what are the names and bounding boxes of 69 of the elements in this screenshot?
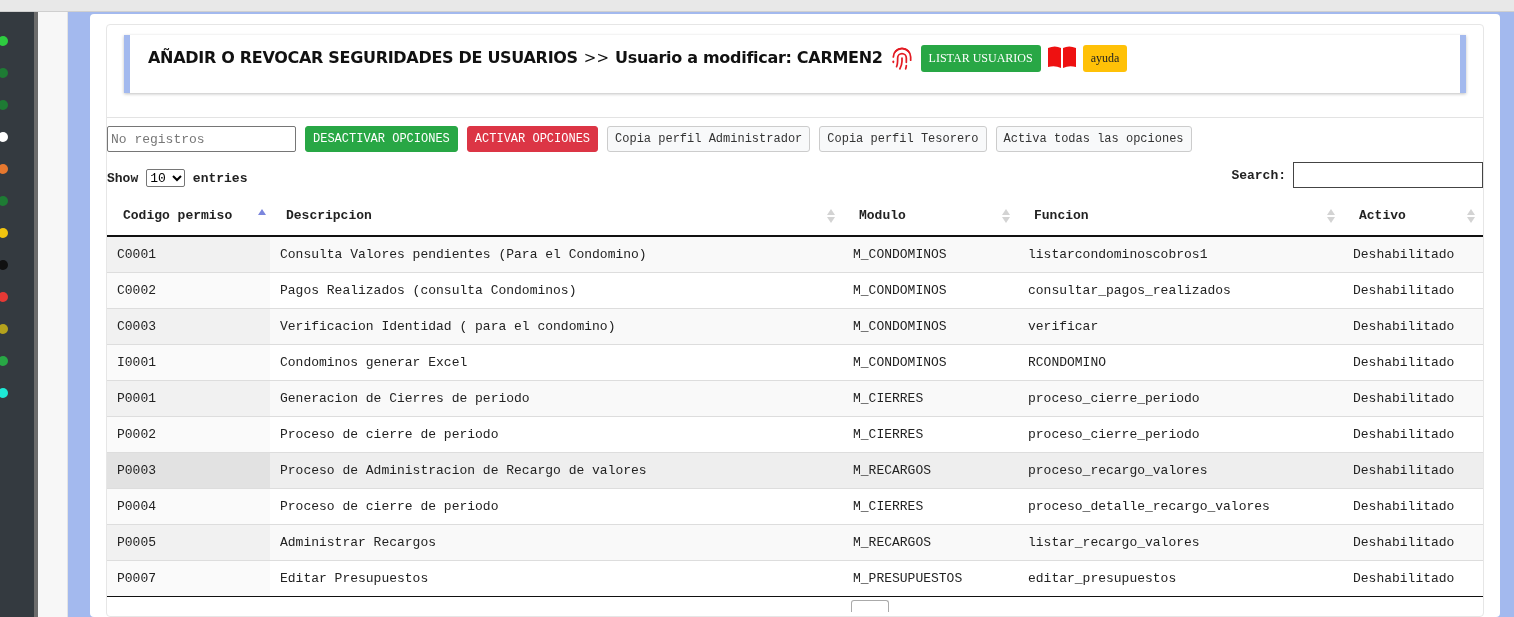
table-cell: proceso_cierre_periodo [1018, 416, 1343, 452]
table-cell: Deshabilitado [1343, 452, 1483, 488]
table-cell: Generacion de Cierres de periodo [270, 380, 843, 416]
table-cell: proceso_recargo_valores [1018, 452, 1343, 488]
menu-icon[interactable] [0, 386, 10, 400]
table-cell: listarcondominoscobros1 [1018, 236, 1343, 272]
table-cell: P0003 [107, 452, 270, 488]
search-label: Search: [1231, 167, 1286, 183]
table-cell: RCONDOMINO [1018, 344, 1343, 380]
chevron-down-icon [171, 174, 182, 182]
table-cell: M_RECARGOS [843, 452, 1018, 488]
table-cell: Deshabilitado [1343, 380, 1483, 416]
table-cell: Consulta Valores pendientes (Para el Condomino) [270, 236, 843, 272]
table-cell: Pagos Realizados (consulta Condominos) [270, 272, 843, 308]
entries-label: entries [192, 170, 248, 186]
table-cell: P0002 [107, 416, 270, 452]
menu-icon[interactable] [0, 34, 10, 48]
help-button[interactable]: ayuda [1082, 45, 1128, 72]
records-field[interactable]: No registros [107, 126, 296, 152]
table-cell: Deshabilitado [1343, 272, 1483, 308]
table-cell: Condominos generar Excel [270, 344, 843, 380]
table-cell: Deshabilitado [1343, 308, 1483, 344]
table-cell: Administrar Recargos [270, 524, 843, 560]
toolbar-button[interactable]: Copia perfil Administrador [607, 126, 811, 152]
table-cell: Deshabilitado [1343, 344, 1483, 380]
toolbar-button[interactable]: Activa todas las opciones [995, 126, 1192, 152]
table-cell: consultar_pagos_realizados [1018, 272, 1343, 308]
table-cell: Deshabilitado [1343, 416, 1483, 452]
table-cell: Deshabilitado [1343, 488, 1483, 524]
table-cell: C0002 [107, 272, 270, 308]
table-cell: M_CONDOMINOS [843, 272, 1018, 308]
table-cell: verificar [1018, 308, 1343, 344]
table-cell: Proceso de cierre de periodo [270, 488, 843, 524]
table-cell: M_CIERRES [843, 380, 1018, 416]
table-cell: Verificacion Identidad ( para el condomino) [270, 308, 843, 344]
separator: >> [583, 49, 609, 67]
table-cell: C0003 [107, 308, 270, 344]
toolbar-button[interactable]: Copia perfil Tesorero [819, 126, 987, 152]
table-cell: Editar Presupuestos [270, 560, 843, 596]
page-title: AÑADIR O REVOCAR SEGURIDADES DE USUARIOS [148, 48, 578, 67]
table-cell: M_CIERRES [843, 416, 1018, 452]
menu-icon[interactable] [0, 130, 10, 144]
book-icon[interactable] [1046, 45, 1077, 69]
show-label: Show [107, 170, 139, 186]
table-cell: proceso_detalle_recargo_valores [1018, 488, 1343, 524]
table-cell: P0001 [107, 380, 270, 416]
table-cell: M_CONDOMINOS [843, 308, 1018, 344]
table-cell: P0005 [107, 524, 270, 560]
table-cell: M_CONDOMINOS [843, 236, 1018, 272]
table-cell: Deshabilitado [1343, 236, 1483, 272]
table-cell: Proceso de cierre de periodo [270, 416, 843, 452]
search-field[interactable] [1293, 162, 1483, 188]
table-cell: proceso_cierre_periodo [1018, 380, 1343, 416]
pagination-button[interactable] [851, 600, 889, 612]
table-cell: M_CONDOMINOS [843, 344, 1018, 380]
toolbar-button[interactable]: ACTIVAR OPCIONES [466, 126, 599, 152]
table-cell: M_CIERRES [843, 488, 1018, 524]
table-cell: M_RECARGOS [843, 524, 1018, 560]
entries-select[interactable]: 10 [146, 169, 185, 187]
table-cell: P0007 [107, 560, 270, 596]
user-label: Usuario a modificar: CARMEN2 [614, 48, 883, 67]
table-cell: listar_recargo_valores [1018, 524, 1343, 560]
table-cell: P0004 [107, 488, 270, 524]
table-cell: I0001 [107, 344, 270, 380]
table-cell: Deshabilitado [1343, 524, 1483, 560]
sort-ascending-icon[interactable] [258, 209, 266, 215]
menu-icon[interactable] [0, 226, 10, 240]
table-cell: Proceso de Administracion de Recargo de valores [270, 452, 843, 488]
table-cell: C0001 [107, 236, 270, 272]
